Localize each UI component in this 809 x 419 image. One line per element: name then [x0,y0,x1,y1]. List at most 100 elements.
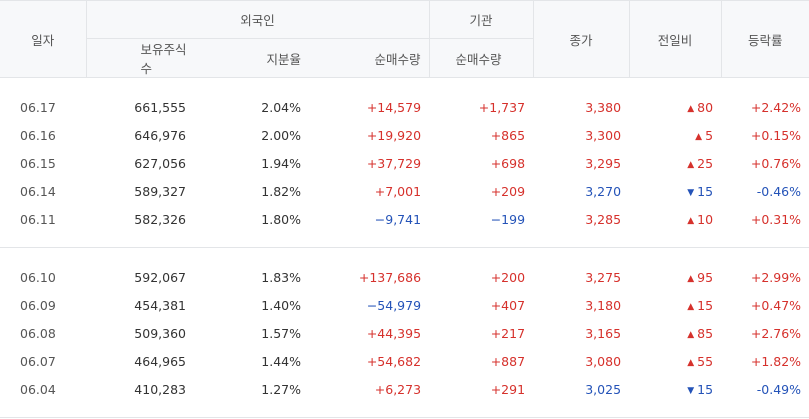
change-cell: ▲ 5 [629,121,721,149]
inst-net-cell: +407 [490,297,526,313]
rate-cell: +2.42% [750,99,802,115]
share-ratio-cell: 1.27% [261,381,301,397]
share-ratio-cell: 2.04% [261,99,301,115]
triangle-up-icon: ▲ [687,273,695,284]
header-date: 일자 [0,0,86,78]
group-separator [0,233,809,248]
foreign-net-cell: +19,920 [366,127,422,143]
rate-cell: +1.82% [750,353,802,369]
rate-cell: +0.15% [750,127,802,143]
change-value: 15 [697,183,714,199]
change-value: 15 [697,297,714,313]
triangle-up-icon: ▲ [687,103,695,114]
holdings-cell: 627,056 [134,155,186,171]
header-institution: 기관 [428,0,534,39]
group-separator [0,403,809,418]
rate-cell: -0.49% [756,381,802,397]
change-value: 15 [697,381,714,397]
holdings-cell: 661,555 [134,99,186,115]
table-body: 06.17 661,555 2.04% +14,579 +1,737 3,380 ▲ 80 +2… [0,78,809,418]
foreign-net-cell: +54,682 [366,353,422,369]
table-row: 06.11 582,326 1.80% −9,741 −199 3,285 ▲ 10 +0.31… [0,205,809,233]
change-value: 95 [697,269,714,285]
foreign-net-cell: +7,001 [374,183,422,199]
share-ratio-cell: 1.83% [261,269,301,285]
foreign-net-cell: +137,686 [358,269,422,285]
change-value: 10 [697,211,714,227]
rate-cell: +0.31% [750,211,802,227]
date-cell: 06.17 [20,99,56,115]
close-cell: 3,300 [585,127,622,143]
header-holdings: 보유주식수 [85,38,194,78]
triangle-up-icon: ▲ [687,301,695,312]
table-row: 06.07 464,965 1.44% +54,682 +887 3,080 ▲ 55 +1.8… [0,347,809,375]
close-cell: 3,285 [585,211,622,227]
change-cell: ▲ 55 [629,347,721,375]
triangle-up-icon: ▲ [695,131,703,142]
date-cell: 06.16 [20,127,56,143]
date-cell: 06.08 [20,325,56,341]
date-cell: 06.04 [20,381,56,397]
inst-net-cell: +865 [490,127,526,143]
close-cell: 3,025 [585,381,622,397]
triangle-up-icon: ▲ [687,159,695,170]
share-ratio-cell: 1.44% [261,353,301,369]
holdings-cell: 509,360 [134,325,186,341]
date-cell: 06.10 [20,269,56,285]
triangle-down-icon: ▼ [687,187,695,198]
close-cell: 3,275 [585,269,622,285]
change-cell: ▲ 10 [629,205,721,233]
change-value: 25 [697,155,714,171]
holdings-cell: 589,327 [134,183,186,199]
date-cell: 06.11 [20,211,56,227]
close-cell: 3,380 [585,99,622,115]
rate-cell: +2.76% [750,325,802,341]
close-cell: 3,295 [585,155,622,171]
inst-net-cell: +217 [490,325,526,341]
rate-cell: -0.46% [756,183,802,199]
share-ratio-cell: 1.80% [261,211,301,227]
table-row: 06.04 410,283 1.27% +6,273 +291 3,025 ▼ 15 -0.49… [0,375,809,403]
triangle-up-icon: ▲ [687,357,695,368]
inst-net-cell: +1,737 [478,99,526,115]
holdings-cell: 646,976 [134,127,186,143]
close-cell: 3,165 [585,325,622,341]
triangle-up-icon: ▲ [687,215,695,226]
table-row: 06.10 592,067 1.83% +137,686 +200 3,275 ▲ 95 +2.… [0,263,809,291]
header-close: 종가 [532,0,630,78]
inst-net-cell: +887 [490,353,526,369]
share-ratio-cell: 2.00% [261,127,301,143]
change-cell: ▼ 15 [629,375,721,403]
change-cell: ▲ 95 [629,263,721,291]
date-cell: 06.07 [20,353,56,369]
table-row: 06.15 627,056 1.94% +37,729 +698 3,295 ▲ 25 +0.7… [0,149,809,177]
share-ratio-cell: 1.82% [261,183,301,199]
investor-trading-table: 일자 외국인 기관 종가 전일비 등락률 보유주식수 지분율 순매수량 순매수량… [0,0,809,418]
rate-cell: +0.76% [750,155,802,171]
inst-net-cell: +698 [490,155,526,171]
foreign-net-cell: −9,741 [374,211,422,227]
foreign-net-cell: +44,395 [366,325,422,341]
share-ratio-cell: 1.57% [261,325,301,341]
table-row: 06.16 646,976 2.00% +19,920 +865 3,300 ▲ 5 +0.15… [0,121,809,149]
date-cell: 06.15 [20,155,56,171]
share-ratio-cell: 1.94% [261,155,301,171]
holdings-cell: 592,067 [134,269,186,285]
foreign-net-cell: +14,579 [366,99,422,115]
change-cell: ▲ 85 [629,319,721,347]
group-separator [0,78,809,94]
header-change: 전일비 [628,0,722,78]
change-cell: ▲ 15 [629,291,721,319]
table-row: 06.14 589,327 1.82% +7,001 +209 3,270 ▼ 15 -0.46… [0,177,809,205]
triangle-down-icon: ▼ [687,385,695,396]
table-row: 06.08 509,360 1.57% +44,395 +217 3,165 ▲ 85 +2.7… [0,319,809,347]
inst-net-cell: +200 [490,269,526,285]
share-ratio-cell: 1.40% [261,297,301,313]
change-value: 85 [697,325,714,341]
header-rate: 등락률 [720,0,809,78]
close-cell: 3,270 [585,183,622,199]
close-cell: 3,180 [585,297,622,313]
header-foreign: 외국인 [85,0,430,39]
triangle-up-icon: ▲ [687,329,695,340]
date-cell: 06.14 [20,183,56,199]
